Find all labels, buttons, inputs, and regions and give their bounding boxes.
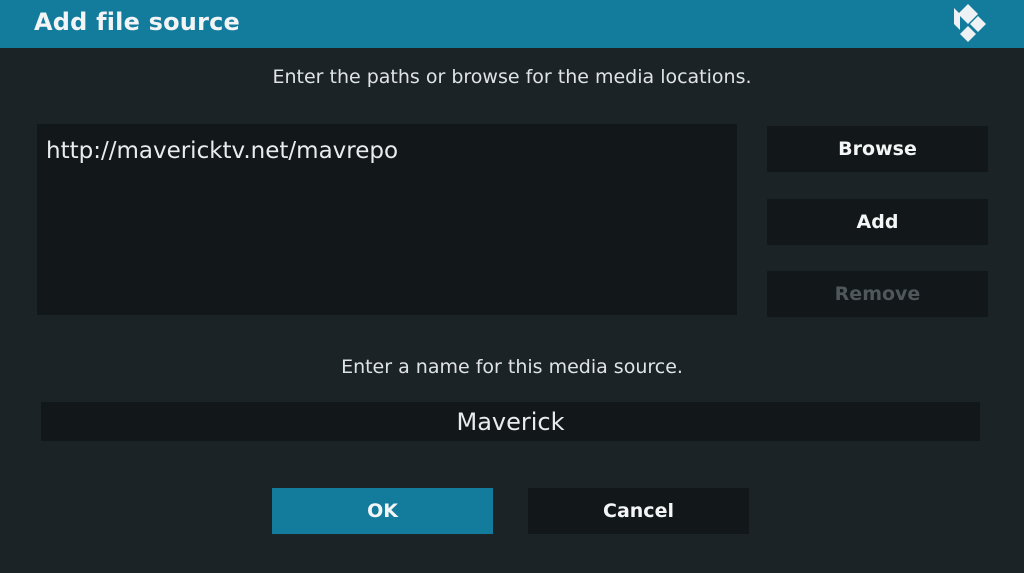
remove-button[interactable]: Remove xyxy=(767,271,988,317)
path-list[interactable]: http://mavericktv.net/mavrepo xyxy=(37,124,737,315)
dialog-title: Add file source xyxy=(34,8,241,36)
paths-prompt: Enter the paths or browse for the media … xyxy=(272,66,752,88)
browse-button[interactable]: Browse xyxy=(767,126,988,172)
cancel-button[interactable]: Cancel xyxy=(528,488,749,534)
source-name-field[interactable]: Maverick xyxy=(41,402,980,441)
path-list-item[interactable]: http://mavericktv.net/mavrepo xyxy=(46,138,398,164)
add-button[interactable]: Add xyxy=(767,199,988,245)
add-file-source-dialog: Add file source Enter the paths or brows… xyxy=(0,0,1024,573)
name-prompt: Enter a name for this media source. xyxy=(341,356,683,378)
ok-button[interactable]: OK xyxy=(272,488,493,534)
dialog-header: Add file source xyxy=(0,0,1024,48)
kodi-logo-icon xyxy=(954,4,986,42)
